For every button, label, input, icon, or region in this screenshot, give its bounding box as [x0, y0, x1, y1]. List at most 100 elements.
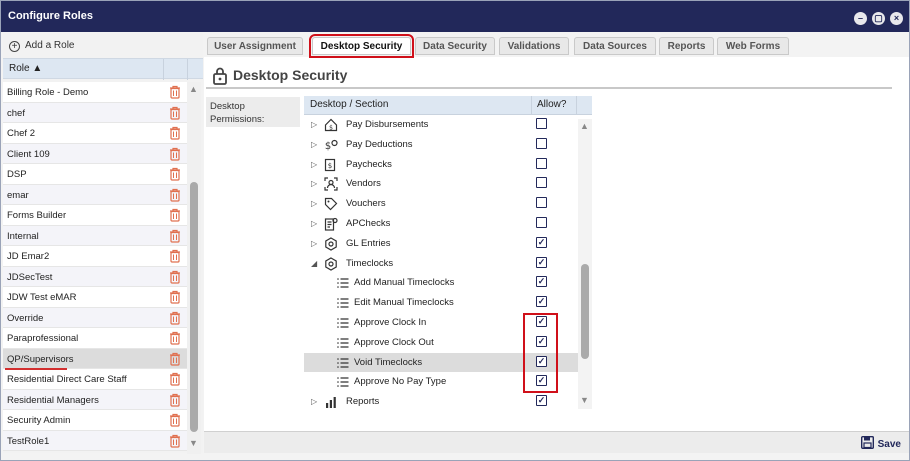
role-underline-annotation	[5, 368, 67, 370]
allow-checkbox[interactable]: ✓	[536, 256, 547, 268]
scroll-up-icon[interactable]: ▲	[189, 84, 198, 94]
allow-checkbox[interactable]	[536, 197, 547, 209]
trash-icon[interactable]	[169, 167, 181, 181]
role-row[interactable]: JD Emar2	[3, 246, 188, 267]
tab-web-forms[interactable]: Web Forms	[717, 37, 789, 55]
permission-row[interactable]: ◢ Timeclocks ✓	[304, 254, 592, 274]
allow-checkbox[interactable]	[536, 157, 547, 169]
expand-icon[interactable]: ▷	[311, 397, 317, 406]
trash-icon[interactable]	[169, 331, 181, 345]
scroll-down-icon[interactable]: ▼	[189, 438, 198, 448]
role-row[interactable]: DSP	[3, 164, 188, 185]
grid-scrollbar[interactable]: ▲ ▼	[578, 119, 592, 409]
svg-text:$: $	[329, 125, 333, 132]
expand-icon[interactable]: ▷	[311, 199, 317, 208]
permission-row[interactable]: Add Manual Timeclocks ✓	[304, 273, 592, 293]
add-role-button[interactable]: + Add a Role	[9, 38, 74, 54]
permission-row[interactable]: ▷ $ Pay Disbursements	[304, 115, 592, 135]
allow-checkbox[interactable]	[536, 177, 547, 189]
permission-label: Approve Clock In	[354, 316, 427, 328]
tab-data-security[interactable]: Data Security	[415, 37, 495, 55]
permission-row[interactable]: ▷ $ Pay Deductions	[304, 135, 592, 155]
role-name: QP/Supervisors	[7, 353, 74, 365]
permission-row[interactable]: ▷ GL Entries ✓	[304, 234, 592, 254]
vendor-icon	[324, 177, 338, 191]
role-row[interactable]: Security Admin	[3, 410, 188, 431]
allow-checkbox[interactable]	[536, 216, 547, 228]
trash-icon[interactable]	[169, 229, 181, 243]
role-name: JDW Test eMAR	[7, 292, 77, 303]
tab-user-assignment[interactable]: User Assignment	[207, 37, 303, 55]
expand-icon[interactable]: ▷	[311, 219, 317, 228]
trash-icon[interactable]	[169, 85, 181, 99]
section-header: Desktop Security	[206, 63, 892, 89]
trash-icon[interactable]	[169, 249, 181, 263]
role-row[interactable]: Residential Direct Care Staff	[3, 369, 188, 390]
trash-icon[interactable]	[169, 147, 181, 161]
scroll-thumb[interactable]	[581, 264, 589, 359]
allow-checkbox[interactable]: ✓	[536, 296, 547, 308]
scroll-up-icon[interactable]: ▲	[580, 121, 589, 131]
allow-checkbox[interactable]: ✓	[536, 236, 547, 248]
tab-validations[interactable]: Validations	[499, 37, 569, 55]
role-row[interactable]: Billing Role - Demo	[3, 82, 188, 103]
scroll-down-icon[interactable]: ▼	[580, 395, 589, 405]
expand-icon[interactable]: ▷	[311, 140, 317, 149]
permission-row[interactable]: ▷ Reports ✓	[304, 392, 592, 412]
tab-reports[interactable]: Reports	[659, 37, 714, 55]
role-column-header[interactable]: Role ▲	[3, 58, 203, 80]
collapse-icon[interactable]: ◢	[311, 259, 317, 268]
expand-icon[interactable]: ▷	[311, 120, 317, 129]
close-icon[interactable]: ×	[890, 12, 903, 25]
checkbox-highlight-annotation	[523, 313, 558, 393]
role-row[interactable]: Client 109	[3, 143, 188, 164]
permission-row[interactable]: Edit Manual Timeclocks ✓	[304, 293, 592, 313]
trash-icon[interactable]	[169, 188, 181, 202]
role-row[interactable]: Chef 2	[3, 123, 188, 144]
trash-icon[interactable]	[169, 208, 181, 222]
expand-icon[interactable]: ▷	[311, 160, 317, 169]
scroll-thumb[interactable]	[190, 182, 198, 432]
role-row[interactable]: Paraprofessional	[3, 328, 188, 349]
allow-checkbox[interactable]	[536, 137, 547, 149]
role-row[interactable]: Internal	[3, 225, 188, 246]
role-row[interactable]: Override	[3, 307, 188, 328]
role-name: Client 109	[7, 148, 50, 160]
role-list-scrollbar[interactable]: ▲ ▼	[187, 82, 201, 454]
permission-row[interactable]: ▷ Vendors	[304, 174, 592, 194]
role-list: Billing Role - Demo chef Chef 2 Client 109 D…	[3, 82, 188, 451]
role-row[interactable]: QP/Supervisors	[3, 348, 188, 369]
role-row[interactable]: JDSecTest	[3, 266, 188, 287]
role-row[interactable]: TestRole1	[3, 430, 188, 451]
permission-row[interactable]: ▷ Vouchers	[304, 194, 592, 214]
trash-icon[interactable]	[169, 126, 181, 140]
expand-icon[interactable]: ▷	[311, 179, 317, 188]
tab-data-sources[interactable]: Data Sources	[574, 37, 656, 55]
allow-checkbox[interactable]	[536, 118, 547, 129]
maximize-icon[interactable]: ▢	[872, 12, 885, 25]
trash-icon[interactable]	[169, 372, 181, 386]
trash-icon[interactable]	[169, 311, 181, 325]
allow-checkbox[interactable]: ✓	[536, 395, 547, 407]
trash-icon[interactable]	[169, 106, 181, 120]
trash-icon[interactable]	[169, 393, 181, 407]
trash-icon[interactable]	[169, 413, 181, 427]
role-row[interactable]: JDW Test eMAR	[3, 287, 188, 308]
save-button[interactable]: Save	[860, 435, 901, 450]
permission-label: Pay Disbursements	[346, 119, 429, 130]
trash-icon[interactable]	[169, 290, 181, 304]
tab-desktop-security[interactable]: Desktop Security	[309, 34, 414, 58]
trash-icon[interactable]	[169, 352, 181, 366]
permission-label: Pay Deductions	[346, 138, 413, 150]
permission-row[interactable]: ▷ APChecks	[304, 214, 592, 234]
role-row[interactable]: emar	[3, 184, 188, 205]
role-row[interactable]: Forms Builder	[3, 205, 188, 226]
trash-icon[interactable]	[169, 434, 181, 448]
expand-icon[interactable]: ▷	[311, 239, 317, 248]
trash-icon[interactable]	[169, 270, 181, 284]
allow-checkbox[interactable]: ✓	[536, 276, 547, 288]
minimize-icon[interactable]: –	[854, 12, 867, 25]
role-row[interactable]: chef	[3, 102, 188, 123]
role-row[interactable]: Residential Managers	[3, 389, 188, 410]
permission-row[interactable]: ▷ $ Paychecks	[304, 155, 592, 175]
